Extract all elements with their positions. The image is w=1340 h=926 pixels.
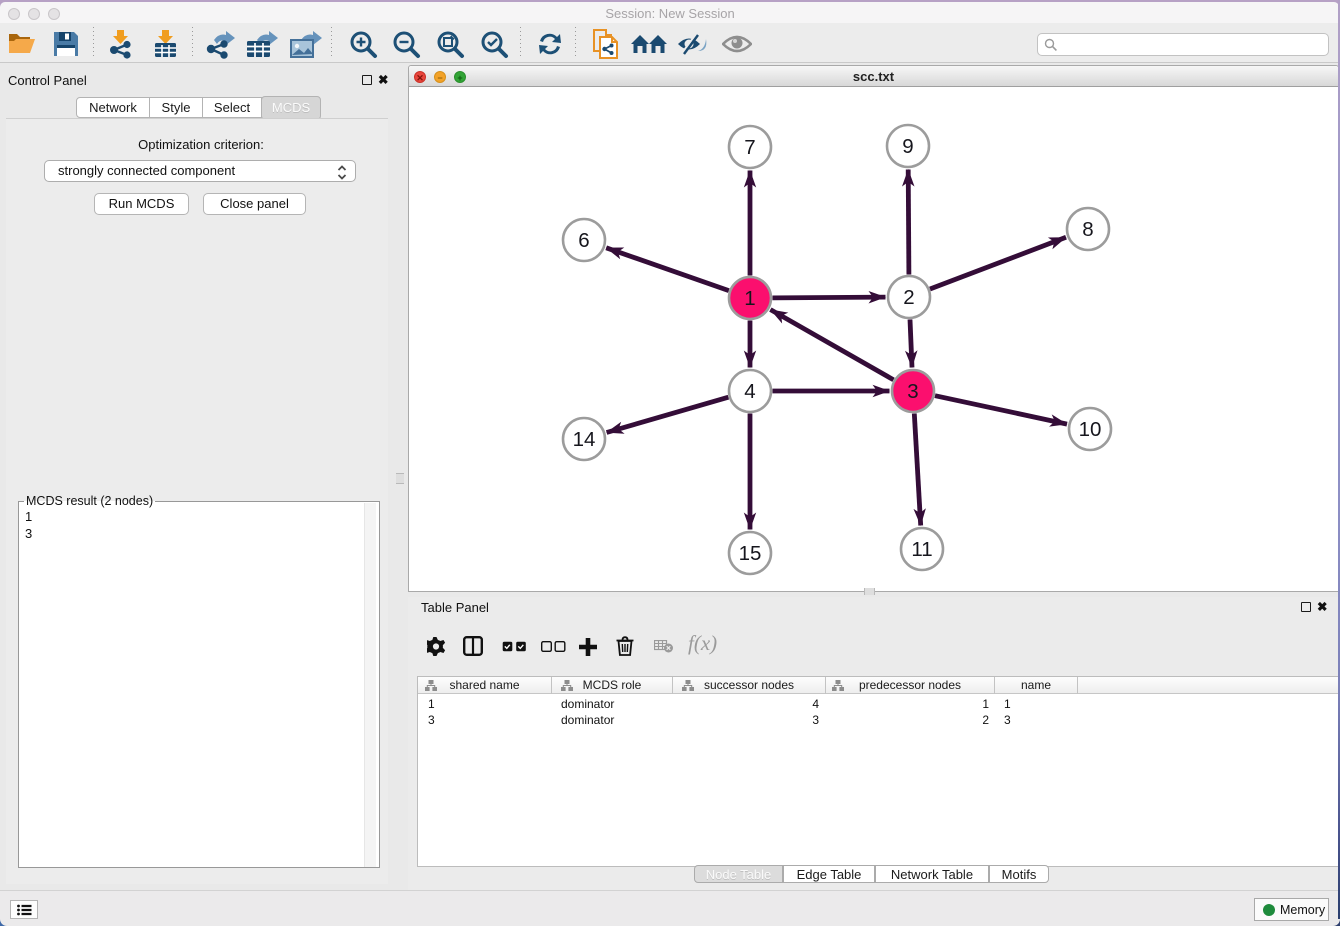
- svg-text:6: 6: [578, 229, 589, 252]
- svg-text:2: 2: [903, 286, 914, 309]
- svg-text:8: 8: [1082, 218, 1093, 241]
- svg-text:15: 15: [739, 542, 762, 565]
- svg-text:11: 11: [911, 538, 932, 561]
- svg-text:14: 14: [573, 428, 596, 451]
- svg-text:3: 3: [907, 380, 918, 403]
- svg-text:10: 10: [1079, 418, 1102, 441]
- svg-text:7: 7: [744, 136, 755, 159]
- svg-text:9: 9: [902, 135, 913, 158]
- svg-text:4: 4: [744, 380, 755, 403]
- svg-text:1: 1: [744, 287, 755, 310]
